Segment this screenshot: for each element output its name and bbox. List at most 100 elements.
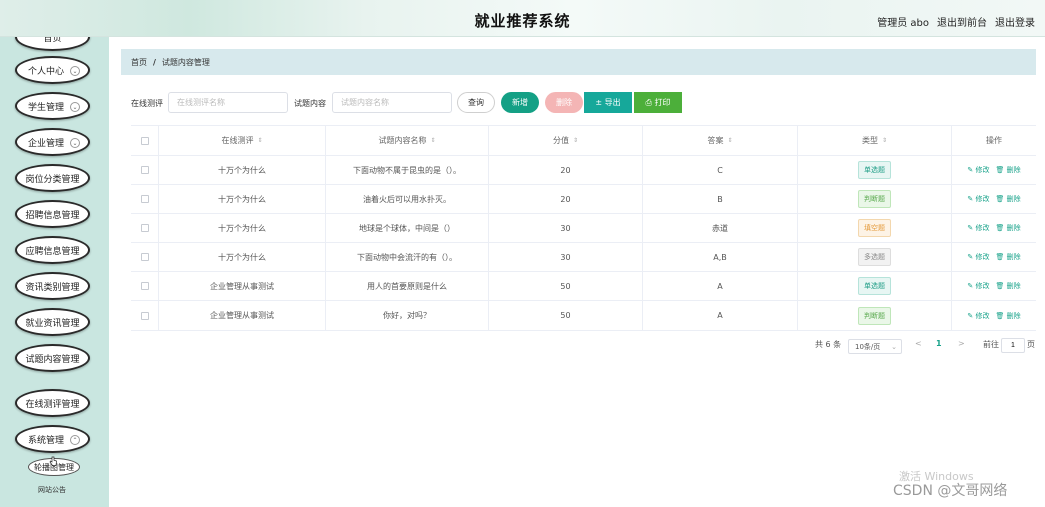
type-tag: 多选题 bbox=[858, 248, 891, 266]
edit-button[interactable]: ✎ 修改 bbox=[967, 165, 989, 175]
table-row: 十万个为什么 油着火后可以用水扑灭。 20 B 判断题 ✎ 修改 🗑 删除 bbox=[131, 185, 1036, 214]
content-search-input[interactable] bbox=[332, 92, 452, 113]
sidebar-item-question-content[interactable]: 试题内容管理 bbox=[15, 344, 90, 372]
type-tag: 单选题 bbox=[858, 161, 891, 179]
row-checkbox[interactable] bbox=[140, 224, 149, 232]
query-button[interactable]: 查询 bbox=[457, 92, 495, 113]
table-row: 十万个为什么 地球是个球体，中间是（） 30 赤道 填空题 ✎ 修改 🗑 删除 bbox=[131, 214, 1036, 243]
cell-actions: ✎ 修改 🗑 删除 bbox=[952, 243, 1036, 271]
next-page-button[interactable]: > bbox=[958, 339, 965, 348]
sidebar-subitem-announcement[interactable]: 网站公告 bbox=[38, 485, 66, 495]
edit-button[interactable]: ✎ 修改 bbox=[967, 311, 989, 321]
sidebar-item-label: 试题内容管理 bbox=[25, 354, 80, 365]
sidebar-item-system[interactable]: 系统管理 ⌃ bbox=[15, 425, 90, 453]
table-header-row: 在线测评 ⇕ 试题内容名称 ⇕ 分值 ⇕ 答案 ⇕ 类型 ⇕ 操作 bbox=[131, 125, 1036, 156]
header-score[interactable]: 分值 ⇕ bbox=[489, 126, 643, 155]
sidebar-item-label: 学生管理 bbox=[28, 102, 65, 113]
edit-button[interactable]: ✎ 修改 bbox=[967, 252, 989, 262]
sidebar-item-news-categories[interactable]: 资讯类别管理 bbox=[15, 272, 90, 300]
app-root: 就业推荐系统 管理员 abo 退出到前台 退出登录 首页 个人中心 ⌄ 学生管理 ⌄… bbox=[0, 0, 1045, 507]
exam-search-input[interactable] bbox=[168, 92, 288, 113]
sort-icon: ⇕ bbox=[727, 137, 733, 144]
sidebar-item-recruitment[interactable]: 招聘信息管理 bbox=[15, 200, 90, 228]
remove-button[interactable]: 🗑 删除 bbox=[995, 223, 1020, 233]
header-type[interactable]: 类型 ⇕ bbox=[798, 126, 952, 155]
page-size-value: 10条/页 bbox=[855, 342, 881, 351]
remove-button[interactable]: 🗑 删除 bbox=[995, 281, 1020, 291]
sort-icon: ⇕ bbox=[257, 137, 263, 144]
chevron-up-icon: ⌃ bbox=[70, 435, 80, 445]
select-all-checkbox[interactable] bbox=[140, 136, 149, 145]
cell-answer: C bbox=[643, 156, 798, 184]
content-search-label: 试题内容 bbox=[294, 99, 326, 108]
sidebar-item-job-categories[interactable]: 岗位分类管理 bbox=[15, 164, 90, 192]
edit-button[interactable]: ✎ 修改 bbox=[967, 281, 989, 291]
cell-content-name: 地球是个球体，中间是（） bbox=[326, 214, 489, 242]
edit-button[interactable]: ✎ 修改 bbox=[967, 194, 989, 204]
remove-button[interactable]: 🗑 删除 bbox=[995, 311, 1020, 321]
back-to-front-link[interactable]: 退出到前台 bbox=[937, 14, 987, 29]
row-select-cell bbox=[131, 214, 159, 242]
sidebar-item-employment-news[interactable]: 就业资讯管理 bbox=[15, 308, 90, 336]
row-checkbox[interactable] bbox=[140, 195, 149, 203]
sidebar-item-companies[interactable]: 企业管理 ⌄ bbox=[15, 128, 90, 156]
header-exam[interactable]: 在线测评 ⇕ bbox=[159, 126, 326, 155]
header-label: 答案 bbox=[707, 136, 724, 145]
goto-page-input[interactable] bbox=[1001, 338, 1025, 353]
breadcrumb-home[interactable]: 首页 bbox=[131, 57, 147, 68]
prev-page-button[interactable]: < bbox=[915, 339, 922, 348]
type-tag: 填空题 bbox=[858, 219, 891, 237]
type-tag: 判断题 bbox=[858, 190, 891, 208]
row-checkbox[interactable] bbox=[140, 253, 149, 261]
row-checkbox[interactable] bbox=[140, 282, 149, 290]
page-number-1[interactable]: 1 bbox=[936, 339, 942, 348]
cell-answer: 赤道 bbox=[643, 214, 798, 242]
row-checkbox[interactable] bbox=[140, 166, 149, 174]
header-content-name[interactable]: 试题内容名称 ⇕ bbox=[326, 126, 489, 155]
header-answer[interactable]: 答案 ⇕ bbox=[643, 126, 798, 155]
cell-content-name: 用人的首要原则是什么 bbox=[326, 272, 489, 300]
add-button[interactable]: 新增 bbox=[501, 92, 539, 113]
header-label: 操作 bbox=[986, 136, 1002, 145]
sidebar-item-profile[interactable]: 个人中心 ⌄ bbox=[15, 56, 90, 84]
remove-button[interactable]: 🗑 删除 bbox=[995, 194, 1020, 204]
cell-content-name: 油着火后可以用水扑灭。 bbox=[326, 185, 489, 213]
delete-button[interactable]: 删除 bbox=[545, 92, 583, 113]
sort-icon: ⇕ bbox=[881, 137, 888, 144]
edit-button[interactable]: ✎ 修改 bbox=[967, 223, 989, 233]
sidebar-item-label: 应聘信息管理 bbox=[25, 246, 80, 257]
type-tag: 判断题 bbox=[858, 306, 891, 325]
remove-button[interactable]: 🗑 删除 bbox=[995, 165, 1020, 175]
page-size-select[interactable]: 10条/页 ⌄ bbox=[848, 339, 902, 354]
print-button[interactable]: ⎙ 打印 bbox=[634, 92, 682, 113]
sidebar-item-home[interactable]: 首页 bbox=[15, 37, 90, 51]
sidebar-item-label: 首页 bbox=[43, 37, 62, 44]
cell-exam: 十万个为什么 bbox=[159, 243, 326, 271]
cell-exam: 十万个为什么 bbox=[159, 214, 326, 242]
cell-actions: ✎ 修改 🗑 删除 bbox=[952, 272, 1036, 300]
cell-type: 多选题 bbox=[798, 243, 952, 271]
remove-button[interactable]: 🗑 删除 bbox=[995, 252, 1020, 262]
goto-label: 前往 bbox=[983, 340, 999, 349]
cell-type: 判断题 bbox=[798, 185, 952, 213]
cell-actions: ✎ 修改 🗑 删除 bbox=[952, 156, 1036, 184]
sidebar-item-online-assessment[interactable]: 在线测评管理 bbox=[15, 389, 90, 417]
type-tag: 单选题 bbox=[858, 277, 891, 295]
chevron-down-icon: ⌄ bbox=[70, 66, 80, 76]
sidebar-item-label: 在线测评管理 bbox=[25, 399, 80, 410]
cell-exam: 企业管理从事测试 bbox=[159, 301, 326, 330]
chevron-down-icon: ⌄ bbox=[70, 138, 80, 148]
header-actions: 操作 bbox=[952, 126, 1036, 155]
sidebar-item-applications[interactable]: 应聘信息管理 bbox=[15, 236, 90, 264]
breadcrumb-current: 试题内容管理 bbox=[161, 57, 210, 67]
logout-link[interactable]: 退出登录 bbox=[995, 14, 1035, 29]
cell-answer: A bbox=[643, 272, 798, 300]
cell-type: 单选题 bbox=[798, 156, 952, 184]
breadcrumb-separator: / bbox=[153, 57, 156, 67]
row-checkbox[interactable] bbox=[140, 311, 149, 320]
cell-content-name: 下面动物中会流汗的有（）。 bbox=[326, 243, 489, 271]
export-button[interactable]: ± 导出 bbox=[584, 92, 632, 113]
sidebar-item-label: 资讯类别管理 bbox=[25, 282, 80, 293]
cell-score: 50 bbox=[489, 272, 643, 300]
sidebar-item-students[interactable]: 学生管理 ⌄ bbox=[15, 92, 90, 120]
